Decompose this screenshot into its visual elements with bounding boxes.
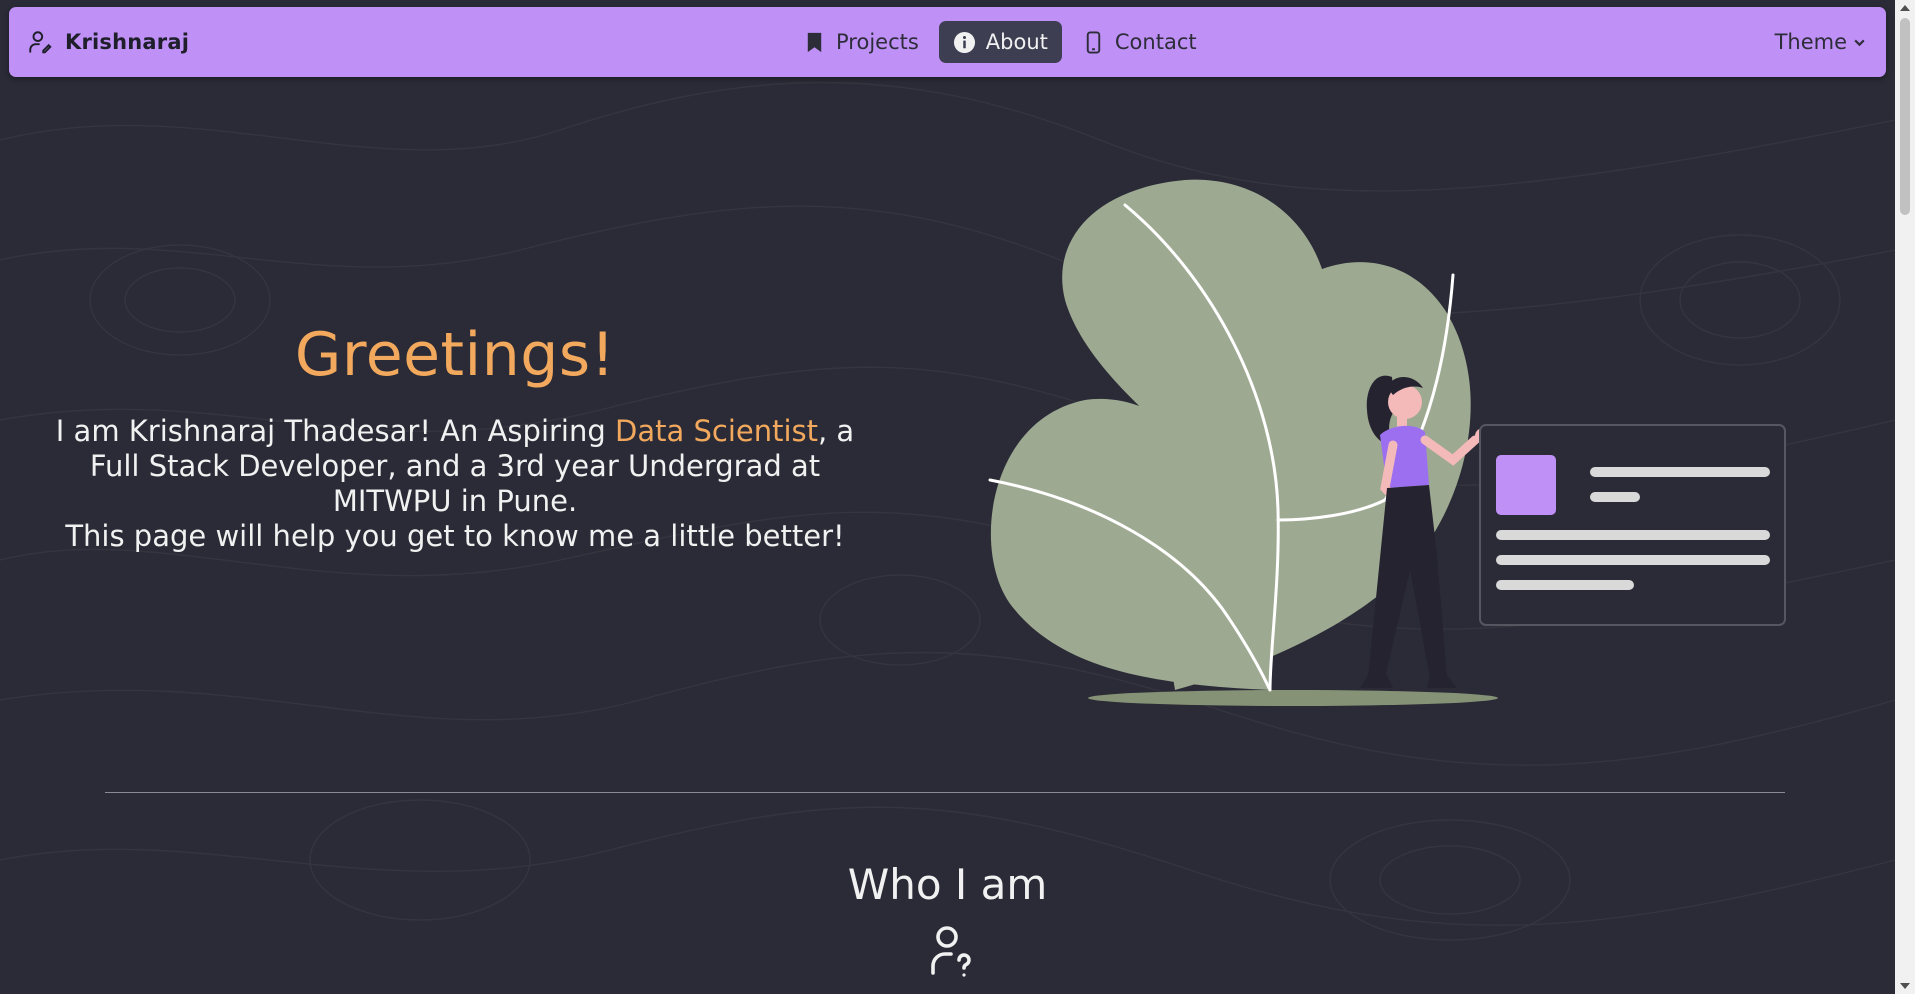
chevron-down-icon <box>1854 39 1865 46</box>
info-card <box>1479 424 1786 626</box>
intro-text-start: I am Krishnaraj Thadesar! An Aspiring <box>55 414 615 448</box>
user-question-icon <box>931 926 971 977</box>
bookmark-icon <box>807 32 822 52</box>
nav-link-about[interactable]: About <box>938 21 1062 63</box>
ground-shadow <box>1088 690 1498 706</box>
intro-highlight: Data Scientist <box>615 414 818 448</box>
nav-link-about-label: About <box>985 30 1048 54</box>
theme-dropdown-label: Theme <box>1774 30 1847 54</box>
scrollbar-thumb[interactable] <box>1900 18 1910 215</box>
section-divider <box>105 792 1785 793</box>
navbar: Krishnaraj Projects About Contact Theme <box>9 7 1886 77</box>
intro-paragraph: I am Krishnaraj Thadesar! An Aspiring Da… <box>30 414 880 554</box>
nav-link-contact[interactable]: Contact <box>1068 21 1211 63</box>
intro-line-2: This page will help you get to know me a… <box>65 519 845 553</box>
hero-text: Greetings! I am Krishnaraj Thadesar! An … <box>30 320 880 554</box>
nav-link-contact-label: Contact <box>1114 30 1197 54</box>
hero-illustration <box>988 179 1786 706</box>
scroll-down-arrow-icon[interactable] <box>1900 983 1910 989</box>
greeting-heading: Greetings! <box>294 320 616 390</box>
nav-link-projects[interactable]: Projects <box>789 21 933 63</box>
who-i-am-heading: Who I am <box>847 860 1048 909</box>
nav-link-projects-label: Projects <box>836 30 919 54</box>
brand-name: Krishnaraj <box>65 30 190 54</box>
user-edit-icon <box>29 31 52 54</box>
phone-icon <box>1086 30 1101 54</box>
nav-links: Projects About Contact <box>789 7 1211 77</box>
theme-dropdown[interactable]: Theme <box>1775 7 1866 77</box>
scroll-up-arrow-icon[interactable] <box>1900 5 1910 11</box>
info-icon <box>953 31 975 53</box>
vertical-scrollbar[interactable] <box>1895 0 1915 994</box>
brand-link[interactable]: Krishnaraj <box>27 7 189 77</box>
